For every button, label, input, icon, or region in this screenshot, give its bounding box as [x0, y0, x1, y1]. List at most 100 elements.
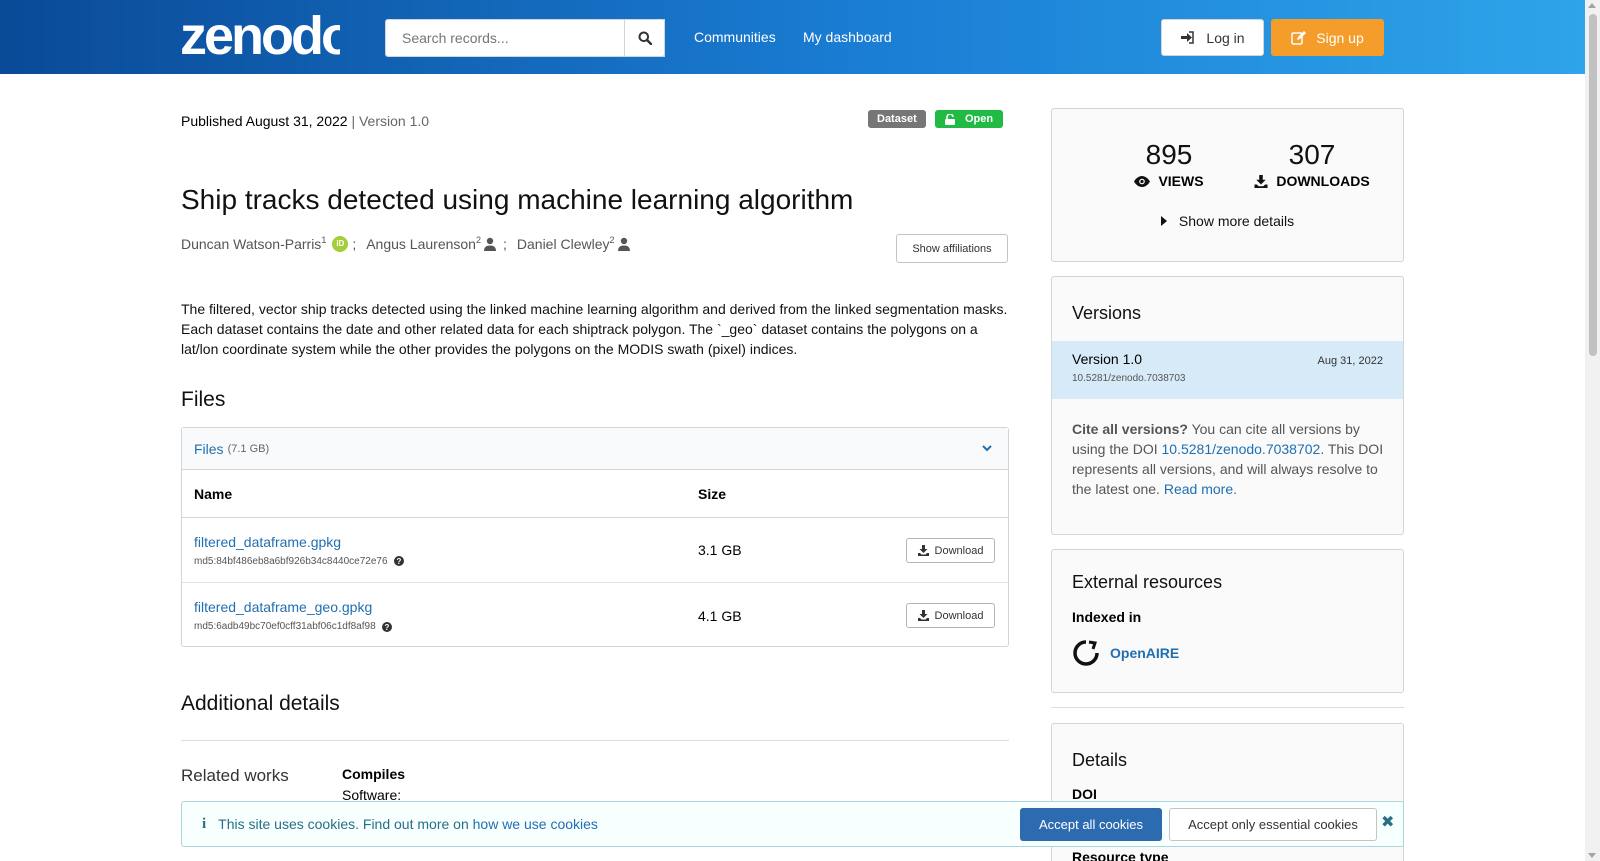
nav-communities[interactable]: Communities [694, 29, 776, 45]
version-date: Aug 31, 2022 [1317, 355, 1383, 367]
search-input[interactable] [385, 19, 665, 57]
published-date: Published August 31, 2022 [181, 113, 348, 129]
versions-card: Versions Version 1.0 Aug 31, 2022 10.528… [1051, 276, 1404, 535]
show-affiliations-button[interactable]: Show affiliations [896, 234, 1008, 263]
author-affiliation: 2 [609, 235, 615, 245]
divider [1051, 707, 1404, 708]
file-row: filtered_dataframe_geo.gpkg md5:6adb49bc… [182, 583, 1008, 648]
scroll-thumb[interactable] [1589, 14, 1597, 356]
cite-all-versions: Cite all versions? You can cite all vers… [1072, 421, 1384, 497]
file-size: 3.1 GB [698, 542, 742, 558]
download-button[interactable]: Download [906, 538, 995, 563]
orcid-icon[interactable]: iD [332, 236, 349, 252]
version-item[interactable]: Version 1.0 Aug 31, 2022 10.5281/zenodo.… [1052, 341, 1403, 399]
author-affiliation: 2 [475, 235, 481, 245]
external-resources-heading: External resources [1072, 572, 1223, 592]
info-icon: i [202, 815, 207, 832]
cookie-policy-link[interactable]: how we use cookies [473, 816, 598, 832]
files-heading: Files [181, 388, 226, 411]
user-icon [484, 237, 496, 251]
file-name-link[interactable]: filtered_dataframe.gpkg [194, 534, 698, 550]
svg-text:?: ? [396, 557, 401, 566]
question-circle-icon[interactable]: ? [393, 556, 404, 566]
close-icon[interactable]: ✖ [1381, 812, 1394, 832]
scroll-down-arrow[interactable] [1588, 853, 1596, 858]
author-link[interactable]: Duncan Watson-Parris [181, 236, 321, 252]
concept-doi-link[interactable]: 10.5281/zenodo.7038702 [1162, 441, 1321, 457]
downloads-count: 307 [1288, 139, 1336, 170]
cookie-banner: i This site uses cookies. Find out more … [181, 801, 1404, 847]
download-icon [917, 610, 929, 621]
details-heading: Details [1072, 750, 1128, 770]
file-row: filtered_dataframe.gpkg md5:84bf486eb8a6… [182, 518, 1008, 583]
files-total-size: (7.1 GB) [227, 442, 270, 455]
question-circle-icon[interactable]: ? [381, 621, 392, 632]
user-icon [617, 237, 630, 251]
author-link[interactable]: Angus Laurenson [366, 236, 476, 252]
stats-card: 895 VIEWS 307 DOWNLOADS Show more detail… [1051, 108, 1404, 262]
doi-label: DOI [1072, 786, 1097, 802]
record-description: The filtered, vector ship tracks detecte… [181, 301, 1008, 357]
resource-type-badge: Dataset [868, 110, 926, 128]
version-info: | Version 1.0 [347, 113, 430, 129]
access-badge: Open [935, 110, 1004, 128]
zenodo-logo[interactable]: zenodo [180, 6, 340, 62]
edit-icon [1291, 30, 1307, 45]
nav-my-dashboard[interactable]: My dashboard [803, 29, 892, 45]
files-panel: Files (7.1 GB) Name Size filtered_datafr… [181, 427, 1009, 647]
download-icon [1254, 174, 1268, 188]
views-count: 895 [1145, 139, 1193, 170]
top-navbar: zenodo Communities My dashboard Log in S… [0, 0, 1585, 74]
views-stat: 895 VIEWS [1114, 139, 1224, 189]
eye-icon [1134, 175, 1151, 187]
svg-text:?: ? [384, 623, 389, 632]
compiles-label: Compiles [342, 766, 406, 782]
publication-info: Published August 31, 2022 | Version 1.0 [181, 113, 429, 129]
files-toggle-label[interactable]: Files [194, 441, 224, 457]
signup-button[interactable]: Sign up [1271, 19, 1384, 56]
additional-details-heading: Additional details [181, 692, 340, 715]
versions-heading: Versions [1072, 303, 1142, 323]
author-list: Duncan Watson-Parris 1 iD; Angus Laurenso… [181, 235, 631, 252]
file-checksum: md5:6adb49bc70ef0cff31abf06c1df8af98 ? [194, 621, 698, 632]
record-title: Ship tracks detected using machine learn… [181, 184, 854, 215]
unlock-icon [945, 113, 955, 125]
svg-text:zenodo: zenodo [180, 6, 340, 62]
access-label: Open [965, 113, 994, 125]
cookie-text: This site uses cookies. Find out more on [218, 816, 469, 832]
signup-label: Sign up [1316, 29, 1364, 46]
version-doi: 10.5281/zenodo.7038703 [1072, 373, 1186, 384]
chevron-down-icon[interactable] [982, 445, 992, 452]
file-size: 4.1 GB [698, 607, 742, 624]
related-works-label: Related works [181, 766, 289, 785]
column-name: Name [194, 485, 233, 502]
indexed-in-label: Indexed in [1072, 609, 1142, 625]
accept-all-cookies-button[interactable]: Accept all cookies [1020, 808, 1162, 841]
accept-essential-cookies-button[interactable]: Accept only essential cookies [1169, 808, 1377, 841]
read-more-link[interactable]: Read more. [1164, 481, 1237, 497]
file-name-link[interactable]: filtered_dataframe_geo.gpkg [194, 599, 698, 615]
search-icon [638, 31, 652, 45]
divider [181, 740, 1009, 741]
caret-right-icon [1160, 216, 1167, 226]
login-button[interactable]: Log in [1161, 19, 1264, 56]
openaire-logo-icon [1073, 640, 1099, 666]
openaire-link[interactable]: OpenAIRE [1072, 639, 1179, 667]
file-checksum: md5:84bf486eb8a6bf926b34c8440ce72e76 ? [194, 556, 698, 567]
column-size: Size [698, 485, 727, 502]
download-button[interactable]: Download [906, 603, 995, 628]
author-affiliation: 1 [321, 235, 327, 245]
download-icon [917, 545, 929, 556]
show-more-details[interactable]: Show more details [1052, 213, 1403, 229]
sign-in-icon [1181, 31, 1195, 44]
files-panel-header[interactable]: Files (7.1 GB) [182, 428, 1008, 470]
files-table-header: Name Size [182, 470, 1008, 518]
author-link[interactable]: Daniel Clewley [517, 236, 610, 252]
search-button[interactable] [624, 19, 665, 57]
downloads-stat: 307 DOWNLOADS [1242, 139, 1382, 189]
scroll-up-arrow[interactable] [1588, 3, 1596, 8]
external-resources-card: External resources Indexed in OpenAIRE [1051, 549, 1404, 693]
login-label: Log in [1206, 29, 1245, 46]
resource-type-label: Resource type [1072, 849, 1169, 861]
scrollbar[interactable] [1585, 0, 1600, 861]
